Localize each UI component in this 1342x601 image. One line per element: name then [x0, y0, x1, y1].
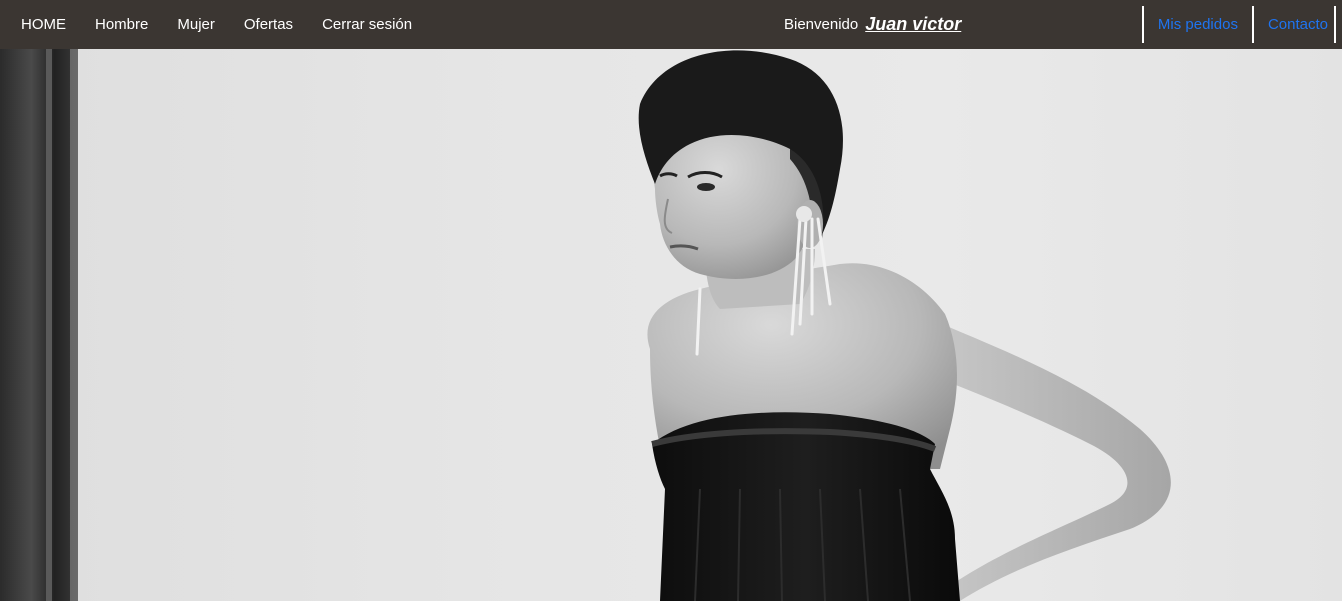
nav-link-cerrar-sesion[interactable]: Cerrar sesión	[322, 16, 412, 33]
nav-link-hombre[interactable]: Hombre	[95, 16, 148, 33]
top-navbar: HOME Hombre Mujer Ofertas Cerrar sesión …	[0, 0, 1342, 49]
nav-link-home[interactable]: HOME	[21, 16, 66, 33]
welcome-area: Bienvenido Juan victor	[784, 0, 961, 49]
hero-image	[0, 49, 1342, 601]
welcome-text: Bienvenido	[784, 16, 859, 33]
mis-pedidos-link[interactable]: Mis pedidos	[1141, 6, 1252, 43]
nav-link-ofertas[interactable]: Ofertas	[244, 16, 293, 33]
username-link[interactable]: Juan victor	[865, 14, 961, 35]
fashion-model-photo	[0, 49, 1171, 601]
main-nav: HOME Hombre Mujer Ofertas Cerrar sesión	[0, 16, 441, 33]
nav-link-mujer[interactable]: Mujer	[177, 16, 215, 33]
contacto-link[interactable]: Contacto	[1251, 6, 1336, 43]
account-nav: Mis pedidos Contacto	[1141, 0, 1342, 49]
